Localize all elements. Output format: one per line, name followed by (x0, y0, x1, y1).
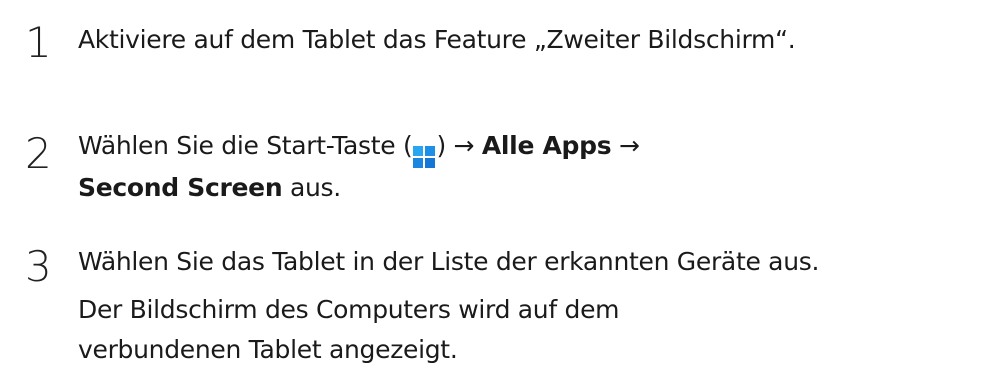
step-1-text: Aktiviere auf dem Tablet das Feature „Zw… (78, 25, 796, 54)
step-3-text: Wählen Sie das Tablet in der Liste der e… (78, 247, 820, 276)
step-2-all-apps: Alle Apps (481, 131, 612, 160)
step-3-note: Der Bildschirm des Computers wird auf de… (78, 295, 620, 364)
step-2-text: Wählen Sie die Start-Taste ( ) → Alle App… (78, 126, 678, 208)
step-2-prefix: Wählen Sie die Start-Taste ( (78, 131, 413, 160)
step-2-number: 2 (25, 129, 52, 178)
step-2-second-screen: Second Screen (78, 173, 283, 202)
step-3-number: 3 (25, 242, 52, 291)
step-2-arrow: → (611, 131, 640, 160)
step-2-suffix: aus. (282, 173, 341, 202)
step-2-after-icon: ) → (436, 131, 482, 160)
step-1-number: 1 (25, 18, 52, 67)
windows-start-icon (413, 146, 436, 168)
